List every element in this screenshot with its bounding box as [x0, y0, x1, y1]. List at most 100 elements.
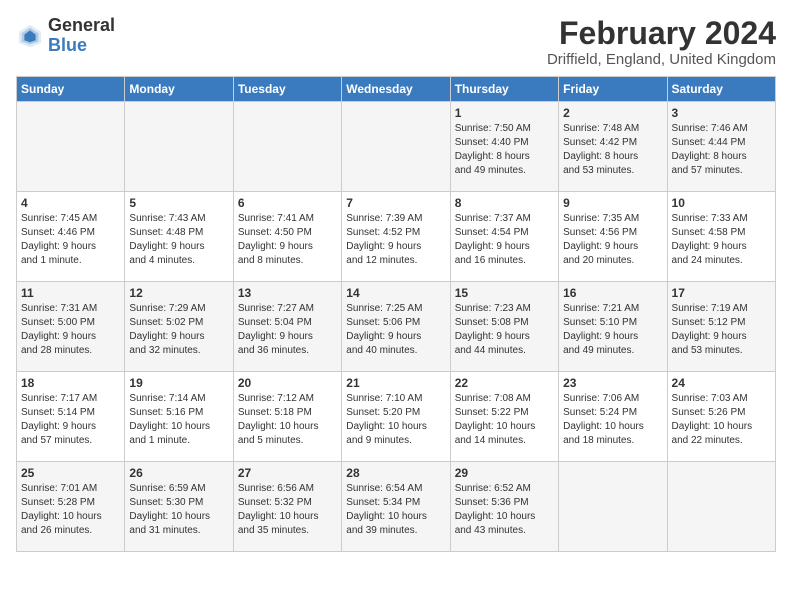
- calendar-cell: 17 Sunrise: 7:19 AM Sunset: 5:12 PM Dayli…: [667, 282, 775, 372]
- day-number: 2: [563, 106, 662, 120]
- calendar-week: 25 Sunrise: 7:01 AM Sunset: 5:28 PM Dayli…: [17, 462, 776, 552]
- calendar-cell: [559, 462, 667, 552]
- calendar-body: 1 Sunrise: 7:50 AM Sunset: 4:40 PM Daylig…: [17, 102, 776, 552]
- calendar-cell: 11 Sunrise: 7:31 AM Sunset: 5:00 PM Dayli…: [17, 282, 125, 372]
- day-number: 4: [21, 196, 120, 210]
- calendar-cell: 27 Sunrise: 6:56 AM Sunset: 5:32 PM Dayli…: [233, 462, 341, 552]
- calendar-cell: 29Sunrise: 6:52 AM Sunset: 5:36 PM Dayli…: [450, 462, 558, 552]
- calendar-cell: 7Sunrise: 7:39 AM Sunset: 4:52 PM Daylig…: [342, 192, 450, 282]
- day-number: 1: [455, 106, 554, 120]
- day-number: 9: [563, 196, 662, 210]
- calendar-cell: 10Sunrise: 7:33 AM Sunset: 4:58 PM Dayli…: [667, 192, 775, 282]
- weekday-header: Saturday: [667, 77, 775, 102]
- day-number: 17: [672, 286, 771, 300]
- day-info: Sunrise: 7:14 AM Sunset: 5:16 PM Dayligh…: [129, 392, 228, 448]
- calendar-cell: [125, 102, 233, 192]
- header: General Blue February 2024 Driffield, En…: [16, 16, 776, 68]
- day-info: Sunrise: 7:35 AM Sunset: 4:56 PM Dayligh…: [563, 212, 662, 268]
- day-number: 3: [672, 106, 771, 120]
- day-info: Sunrise: 7:45 AM Sunset: 4:46 PM Dayligh…: [21, 212, 120, 268]
- calendar-week: 1 Sunrise: 7:50 AM Sunset: 4:40 PM Daylig…: [17, 102, 776, 192]
- weekday-header: Wednesday: [342, 77, 450, 102]
- calendar-cell: [233, 102, 341, 192]
- calendar-table: SundayMondayTuesdayWednesdayThursdayFrid…: [16, 76, 776, 552]
- weekday-header: Thursday: [450, 77, 558, 102]
- calendar-cell: 9 Sunrise: 7:35 AM Sunset: 4:56 PM Daylig…: [559, 192, 667, 282]
- day-number: 20: [238, 376, 337, 390]
- location: Driffield, England, United Kingdom: [547, 51, 776, 68]
- day-info: Sunrise: 7:12 AM Sunset: 5:18 PM Dayligh…: [238, 392, 337, 448]
- day-number: 18: [21, 376, 120, 390]
- day-number: 23: [563, 376, 662, 390]
- day-info: Sunrise: 7:29 AM Sunset: 5:02 PM Dayligh…: [129, 302, 228, 358]
- day-number: 10: [672, 196, 771, 210]
- calendar-cell: 16Sunrise: 7:21 AM Sunset: 5:10 PM Dayli…: [559, 282, 667, 372]
- calendar-week: 18 Sunrise: 7:17 AM Sunset: 5:14 PM Dayli…: [17, 372, 776, 462]
- day-number: 19: [129, 376, 228, 390]
- calendar-cell: 24 Sunrise: 7:03 AM Sunset: 5:26 PM Dayli…: [667, 372, 775, 462]
- calendar-week: 4 Sunrise: 7:45 AM Sunset: 4:46 PM Daylig…: [17, 192, 776, 282]
- day-info: Sunrise: 7:08 AM Sunset: 5:22 PM Dayligh…: [455, 392, 554, 448]
- calendar-cell: 13Sunrise: 7:27 AM Sunset: 5:04 PM Dayli…: [233, 282, 341, 372]
- calendar-cell: 22 Sunrise: 7:08 AM Sunset: 5:22 PM Dayli…: [450, 372, 558, 462]
- day-info: Sunrise: 6:56 AM Sunset: 5:32 PM Dayligh…: [238, 482, 337, 538]
- day-info: Sunrise: 7:17 AM Sunset: 5:14 PM Dayligh…: [21, 392, 120, 448]
- day-info: Sunrise: 7:37 AM Sunset: 4:54 PM Dayligh…: [455, 212, 554, 268]
- logo-text: General Blue: [48, 16, 115, 56]
- day-number: 22: [455, 376, 554, 390]
- day-number: 21: [346, 376, 445, 390]
- calendar-cell: 28 Sunrise: 6:54 AM Sunset: 5:34 PM Dayli…: [342, 462, 450, 552]
- calendar-cell: 8 Sunrise: 7:37 AM Sunset: 4:54 PM Daylig…: [450, 192, 558, 282]
- day-number: 25: [21, 466, 120, 480]
- calendar-cell: 18 Sunrise: 7:17 AM Sunset: 5:14 PM Dayli…: [17, 372, 125, 462]
- day-number: 5: [129, 196, 228, 210]
- day-info: Sunrise: 6:59 AM Sunset: 5:30 PM Dayligh…: [129, 482, 228, 538]
- weekday-row: SundayMondayTuesdayWednesdayThursdayFrid…: [17, 77, 776, 102]
- title-area: February 2024 Driffield, England, United…: [547, 16, 776, 68]
- calendar-cell: 25 Sunrise: 7:01 AM Sunset: 5:28 PM Dayli…: [17, 462, 125, 552]
- day-number: 27: [238, 466, 337, 480]
- day-number: 26: [129, 466, 228, 480]
- calendar-cell: 12 Sunrise: 7:29 AM Sunset: 5:02 PM Dayli…: [125, 282, 233, 372]
- day-number: 12: [129, 286, 228, 300]
- weekday-header: Tuesday: [233, 77, 341, 102]
- day-info: Sunrise: 7:06 AM Sunset: 5:24 PM Dayligh…: [563, 392, 662, 448]
- day-info: Sunrise: 7:01 AM Sunset: 5:28 PM Dayligh…: [21, 482, 120, 538]
- day-number: 14: [346, 286, 445, 300]
- calendar-cell: 6 Sunrise: 7:41 AM Sunset: 4:50 PM Daylig…: [233, 192, 341, 282]
- day-number: 28: [346, 466, 445, 480]
- weekday-header: Friday: [559, 77, 667, 102]
- calendar-cell: [342, 102, 450, 192]
- day-number: 16: [563, 286, 662, 300]
- calendar-cell: 2 Sunrise: 7:48 AM Sunset: 4:42 PM Daylig…: [559, 102, 667, 192]
- day-number: 8: [455, 196, 554, 210]
- day-info: Sunrise: 7:43 AM Sunset: 4:48 PM Dayligh…: [129, 212, 228, 268]
- weekday-header: Monday: [125, 77, 233, 102]
- calendar-cell: 3 Sunrise: 7:46 AM Sunset: 4:44 PM Daylig…: [667, 102, 775, 192]
- logo: General Blue: [16, 16, 115, 56]
- day-info: Sunrise: 6:54 AM Sunset: 5:34 PM Dayligh…: [346, 482, 445, 538]
- day-info: Sunrise: 7:41 AM Sunset: 4:50 PM Dayligh…: [238, 212, 337, 268]
- logo-icon: [16, 22, 44, 50]
- day-info: Sunrise: 7:39 AM Sunset: 4:52 PM Dayligh…: [346, 212, 445, 268]
- day-number: 11: [21, 286, 120, 300]
- calendar-cell: 14 Sunrise: 7:25 AM Sunset: 5:06 PM Dayli…: [342, 282, 450, 372]
- day-info: Sunrise: 7:31 AM Sunset: 5:00 PM Dayligh…: [21, 302, 120, 358]
- day-info: Sunrise: 7:03 AM Sunset: 5:26 PM Dayligh…: [672, 392, 771, 448]
- calendar-week: 11 Sunrise: 7:31 AM Sunset: 5:00 PM Dayli…: [17, 282, 776, 372]
- day-number: 6: [238, 196, 337, 210]
- day-info: Sunrise: 7:50 AM Sunset: 4:40 PM Dayligh…: [455, 122, 554, 178]
- calendar-cell: 15Sunrise: 7:23 AM Sunset: 5:08 PM Dayli…: [450, 282, 558, 372]
- day-info: Sunrise: 6:52 AM Sunset: 5:36 PM Dayligh…: [455, 482, 554, 538]
- day-number: 13: [238, 286, 337, 300]
- weekday-header: Sunday: [17, 77, 125, 102]
- calendar-cell: 1 Sunrise: 7:50 AM Sunset: 4:40 PM Daylig…: [450, 102, 558, 192]
- day-info: Sunrise: 7:48 AM Sunset: 4:42 PM Dayligh…: [563, 122, 662, 178]
- day-info: Sunrise: 7:25 AM Sunset: 5:06 PM Dayligh…: [346, 302, 445, 358]
- day-number: 24: [672, 376, 771, 390]
- day-info: Sunrise: 7:46 AM Sunset: 4:44 PM Dayligh…: [672, 122, 771, 178]
- day-info: Sunrise: 7:10 AM Sunset: 5:20 PM Dayligh…: [346, 392, 445, 448]
- day-info: Sunrise: 7:19 AM Sunset: 5:12 PM Dayligh…: [672, 302, 771, 358]
- calendar-cell: 19 Sunrise: 7:14 AM Sunset: 5:16 PM Dayli…: [125, 372, 233, 462]
- calendar-cell: [17, 102, 125, 192]
